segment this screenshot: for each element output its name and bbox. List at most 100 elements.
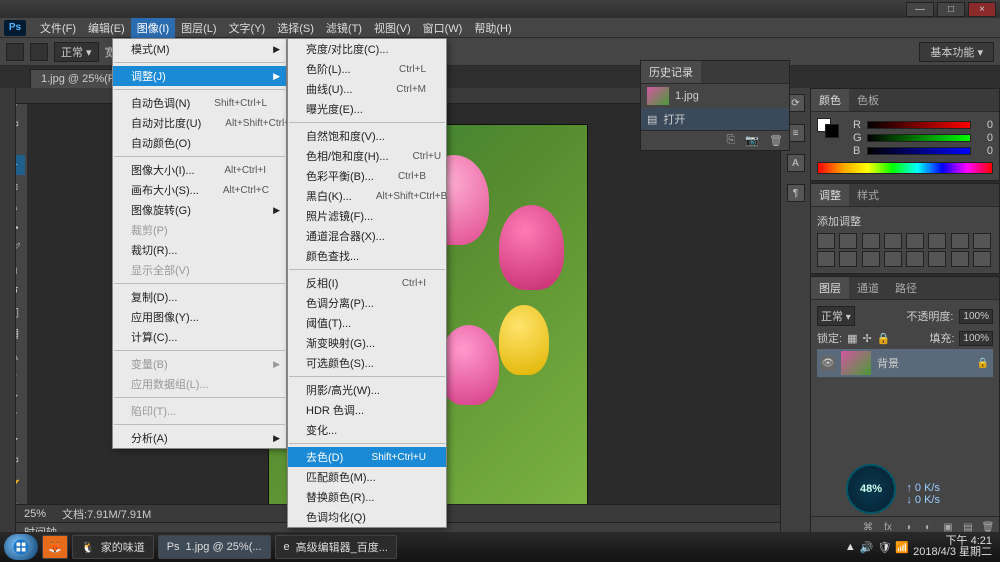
b-value[interactable]: 0 (975, 145, 993, 157)
history-step-open[interactable]: ▤打开 (641, 108, 789, 130)
menu-item[interactable]: 曲线(U)...Ctrl+M (288, 79, 446, 99)
adj-posterize-icon[interactable] (906, 251, 924, 267)
layer-name[interactable]: 背景 (877, 355, 899, 371)
menu-item[interactable]: 通道混合器(X)... (288, 226, 446, 246)
tab-adjustments[interactable]: 调整 (811, 184, 849, 206)
menu-item[interactable]: 阴影/高光(W)... (288, 380, 446, 400)
adj-invert-icon[interactable] (884, 251, 902, 267)
taskbar-item[interactable]: 🐧家的味道 (72, 535, 154, 559)
tab-channels[interactable]: 通道 (849, 277, 887, 299)
tray-icon[interactable]: 📶 (895, 541, 909, 554)
menu-item[interactable]: 自动颜色(O) (113, 133, 286, 153)
menu-item[interactable]: 变化... (288, 420, 446, 440)
tab-color[interactable]: 颜色 (811, 89, 849, 111)
adj-threshold-icon[interactable] (928, 251, 946, 267)
menu-7[interactable]: 视图(V) (368, 18, 417, 38)
menu-item[interactable]: 色调分离(P)... (288, 293, 446, 313)
network-speed-widget[interactable]: 48% (846, 464, 896, 514)
menu-item[interactable]: 调整(J)▶ (113, 66, 286, 86)
workspace-switcher[interactable]: 基本功能 ▾ (919, 42, 994, 62)
hue-ramp[interactable] (817, 162, 993, 174)
zoom-level[interactable]: 25% (24, 508, 46, 520)
adj-colorbalance-icon[interactable] (951, 233, 969, 249)
blend-mode-select[interactable]: 正常 ▾ (54, 42, 99, 62)
adj-hue-icon[interactable] (928, 233, 946, 249)
menu-item[interactable]: 匹配颜色(M)... (288, 467, 446, 487)
adj-curves-icon[interactable] (862, 233, 880, 249)
blend-mode-select[interactable]: 正常 ▾ (817, 306, 855, 326)
layer-thumbnail[interactable] (841, 351, 871, 375)
menu-item[interactable]: 可选颜色(S)... (288, 353, 446, 373)
window-minimize-button[interactable]: — (906, 2, 934, 17)
fg-bg-swatch[interactable] (817, 118, 839, 158)
menu-item[interactable]: 裁切(R)... (113, 240, 286, 260)
tray-icon[interactable]: 🛡 (877, 541, 891, 554)
r-value[interactable]: 0 (975, 119, 993, 131)
adj-photofilter-icon[interactable] (817, 251, 835, 267)
menu-8[interactable]: 窗口(W) (417, 18, 469, 38)
start-button[interactable] (4, 534, 38, 560)
menu-0[interactable]: 文件(F) (34, 18, 82, 38)
window-maximize-button[interactable]: □ (937, 2, 965, 17)
taskbar-pinned-firefox[interactable]: 🦊 (42, 535, 68, 559)
character-icon[interactable]: A (787, 154, 805, 172)
paragraph-icon[interactable]: ¶ (787, 184, 805, 202)
menu-1[interactable]: 编辑(E) (82, 18, 131, 38)
menu-item[interactable]: 自然饱和度(V)... (288, 126, 446, 146)
g-slider[interactable] (867, 134, 971, 142)
menu-5[interactable]: 选择(S) (271, 18, 320, 38)
window-close-button[interactable]: × (968, 2, 996, 17)
tab-styles[interactable]: 样式 (849, 184, 887, 206)
menu-item[interactable]: 画布大小(S)...Alt+Ctrl+C (113, 180, 286, 200)
create-document-icon[interactable]: ⎘ (727, 134, 736, 147)
adj-channelmixer-icon[interactable] (839, 251, 857, 267)
menu-item[interactable]: 黑白(K)...Alt+Shift+Ctrl+B (288, 186, 446, 206)
menu-6[interactable]: 滤镜(T) (320, 18, 368, 38)
menu-2[interactable]: 图像(I) (131, 18, 175, 38)
create-snapshot-icon[interactable]: 📷 (745, 134, 759, 147)
menu-item[interactable]: 色调均化(Q) (288, 507, 446, 527)
tab-swatches[interactable]: 色板 (849, 89, 887, 111)
menu-item[interactable]: 颜色查找... (288, 246, 446, 266)
menu-image-dropdown[interactable]: 模式(M)▶调整(J)▶自动色调(N)Shift+Ctrl+L自动对比度(U)A… (112, 38, 287, 449)
system-tray[interactable]: ▲ 🔊 🛡 📶 下午 4:21 2018/4/3 星期二 (845, 536, 996, 558)
tab-paths[interactable]: 路径 (887, 277, 925, 299)
adj-bw-icon[interactable] (973, 233, 991, 249)
lock-position-icon[interactable]: ✢ (862, 332, 871, 345)
g-value[interactable]: 0 (975, 132, 993, 144)
lock-all-icon[interactable]: 🔒 (877, 332, 891, 345)
menu-adjustments-submenu[interactable]: 亮度/对比度(C)...色阶(L)...Ctrl+L曲线(U)...Ctrl+M… (287, 38, 447, 528)
layer-row-background[interactable]: 👁 背景 🔒 (817, 349, 993, 377)
menu-4[interactable]: 文字(Y) (223, 18, 272, 38)
tab-layers[interactable]: 图层 (811, 277, 849, 299)
menu-item[interactable]: 反相(I)Ctrl+I (288, 273, 446, 293)
delete-state-icon[interactable]: 🗑 (769, 134, 783, 147)
adj-gradientmap-icon[interactable] (951, 251, 969, 267)
adj-selectivecolor-icon[interactable] (973, 251, 991, 267)
menu-item[interactable]: 色彩平衡(B)...Ctrl+B (288, 166, 446, 186)
menu-item[interactable]: 图像旋转(G)▶ (113, 200, 286, 220)
adj-vibrance-icon[interactable] (906, 233, 924, 249)
menu-item[interactable]: 色阶(L)...Ctrl+L (288, 59, 446, 79)
b-slider[interactable] (867, 147, 971, 155)
menu-9[interactable]: 帮助(H) (468, 18, 517, 38)
menu-item[interactable]: 曝光度(E)... (288, 99, 446, 119)
fill-field[interactable]: 100% (959, 331, 993, 346)
opacity-field[interactable]: 100% (959, 309, 993, 324)
taskbar-item[interactable]: e高级编辑器_百度... (275, 535, 397, 559)
adj-exposure-icon[interactable] (884, 233, 902, 249)
r-slider[interactable] (867, 121, 971, 129)
menu-item[interactable]: 计算(C)... (113, 327, 286, 347)
clock[interactable]: 下午 4:21 2018/4/3 星期二 (913, 536, 996, 558)
menu-item[interactable]: 自动对比度(U)Alt+Shift+Ctrl+L (113, 113, 286, 133)
menu-item[interactable]: 图像大小(I)...Alt+Ctrl+I (113, 160, 286, 180)
menu-item[interactable]: 照片滤镜(F)... (288, 206, 446, 226)
menu-item[interactable]: 复制(D)... (113, 287, 286, 307)
menu-item[interactable]: 色相/饱和度(H)...Ctrl+U (288, 146, 446, 166)
menu-3[interactable]: 图层(L) (175, 18, 222, 38)
menu-item[interactable]: 亮度/对比度(C)... (288, 39, 446, 59)
menu-item[interactable]: 应用图像(Y)... (113, 307, 286, 327)
menu-item[interactable]: 分析(A)▶ (113, 428, 286, 448)
tray-icon[interactable]: 🔊 (860, 541, 874, 554)
tab-history[interactable]: 历史记录 (641, 61, 701, 83)
